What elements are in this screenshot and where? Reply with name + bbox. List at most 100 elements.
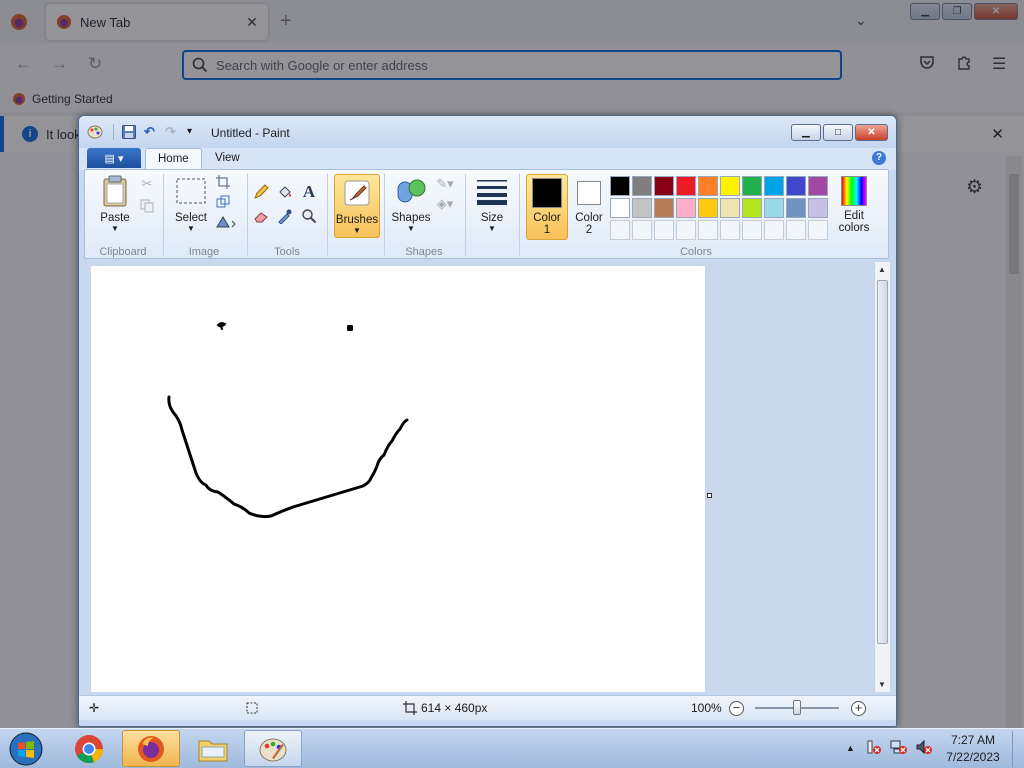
brushes-button[interactable]: Brushes ▼ <box>333 176 381 235</box>
scroll-thumb[interactable] <box>877 280 888 644</box>
drawing-canvas[interactable] <box>91 266 705 692</box>
chrome-taskbar-button[interactable] <box>60 730 118 767</box>
palette-color-swatch[interactable] <box>808 198 828 218</box>
custom-color-slot[interactable] <box>742 220 762 240</box>
redo-icon[interactable]: ↷ <box>165 124 176 140</box>
shapes-icon <box>394 174 428 208</box>
paste-button[interactable]: Paste ▼ <box>95 174 135 233</box>
paint-minimize-button[interactable]: ▁ <box>791 124 821 141</box>
palette-color-swatch[interactable] <box>676 198 696 218</box>
palette-color-swatch[interactable] <box>610 176 630 196</box>
eraser-icon[interactable] <box>251 206 271 226</box>
color2-button[interactable]: Color 2 <box>568 178 610 236</box>
save-icon[interactable] <box>121 124 137 143</box>
paste-dropdown-icon: ▼ <box>111 224 119 233</box>
explorer-taskbar-button[interactable] <box>184 730 242 767</box>
select-button[interactable]: Select ▼ <box>169 174 213 233</box>
palette-color-swatch[interactable] <box>808 176 828 196</box>
cursor-position-icon: ✛ <box>89 701 100 715</box>
volume-muted-icon[interactable] <box>915 739 933 758</box>
palette-color-swatch[interactable] <box>786 198 806 218</box>
palette-color-swatch[interactable] <box>742 176 762 196</box>
start-button[interactable] <box>4 730 48 768</box>
canvas-scrollbar[interactable]: ▲ ▼ <box>874 262 890 692</box>
palette-color-swatch[interactable] <box>654 176 674 196</box>
canvas-size-icon <box>403 701 417 718</box>
custom-color-slot[interactable] <box>720 220 740 240</box>
palette-color-swatch[interactable] <box>764 176 784 196</box>
palette-color-swatch[interactable] <box>698 176 718 196</box>
action-center-icon[interactable] <box>866 739 882 758</box>
zoom-level-text: 100% <box>691 701 722 715</box>
palette-color-swatch[interactable] <box>764 198 784 218</box>
palette-color-swatch[interactable] <box>720 176 740 196</box>
paint-close-button[interactable]: ✕ <box>855 124 888 141</box>
divider <box>384 174 385 256</box>
custom-color-slot[interactable] <box>610 220 630 240</box>
shapes-button[interactable]: Shapes ▼ <box>389 174 433 233</box>
firefox-taskbar-button[interactable] <box>122 730 180 767</box>
line-size-icon <box>475 174 509 208</box>
custom-color-slot[interactable] <box>698 220 718 240</box>
rotate-icon[interactable] <box>213 212 239 232</box>
color-picker-icon[interactable] <box>275 206 295 226</box>
smiley-drawing <box>167 322 409 519</box>
divider <box>247 174 248 256</box>
cut-icon[interactable]: ✂ <box>137 174 157 194</box>
tab-home[interactable]: Home <box>145 148 202 170</box>
resize-icon[interactable] <box>213 192 233 212</box>
custom-color-slot[interactable] <box>654 220 674 240</box>
canvas-resize-handle[interactable] <box>707 493 712 498</box>
paint-taskbar-button[interactable] <box>244 730 302 767</box>
custom-color-slot[interactable] <box>632 220 652 240</box>
divider <box>465 174 466 256</box>
palette-color-swatch[interactable] <box>742 198 762 218</box>
canvas-area <box>84 260 874 692</box>
edit-colors-button[interactable]: Edit colors <box>831 176 877 234</box>
paint-maximize-button[interactable]: □ <box>823 124 853 141</box>
paint-palette-icon <box>259 738 287 761</box>
clock-time: 7:27 AM <box>950 733 996 747</box>
shape-fill-icon[interactable]: ◈▾ <box>433 194 457 214</box>
zoom-out-button[interactable]: − <box>729 701 744 716</box>
custom-color-slot[interactable] <box>676 220 696 240</box>
fill-icon[interactable] <box>275 182 295 202</box>
size-button[interactable]: Size ▼ <box>471 174 513 233</box>
undo-icon[interactable]: ↶ <box>144 124 155 140</box>
palette-color-swatch[interactable] <box>610 198 630 218</box>
palette-color-swatch[interactable] <box>654 198 674 218</box>
zoom-in-button[interactable]: + <box>851 701 866 716</box>
palette-color-swatch[interactable] <box>632 176 652 196</box>
outline-icon[interactable]: ✎▾ <box>433 174 457 194</box>
crop-icon[interactable] <box>213 172 233 192</box>
paste-label: Paste <box>100 212 130 224</box>
palette-color-swatch[interactable] <box>786 176 806 196</box>
shapes-dropdown-icon: ▼ <box>407 224 415 233</box>
custom-color-slot[interactable] <box>764 220 784 240</box>
text-icon[interactable]: A <box>299 182 319 202</box>
shapes-label: Shapes <box>391 212 431 224</box>
network-icon[interactable] <box>890 739 908 758</box>
custom-color-slot[interactable] <box>808 220 828 240</box>
palette-color-swatch[interactable] <box>632 198 652 218</box>
show-hidden-icons-icon[interactable]: ▲ <box>846 743 855 753</box>
tab-view[interactable]: View <box>203 148 252 170</box>
system-clock[interactable]: 7:27 AM 7/22/2023 <box>944 732 1002 766</box>
magnifier-icon[interactable] <box>299 206 319 226</box>
brushes-dropdown-icon: ▼ <box>353 226 361 235</box>
copy-icon[interactable] <box>137 196 157 216</box>
paint-menu-button[interactable]: ▤ ▾ <box>87 148 141 168</box>
scroll-down-icon[interactable]: ▼ <box>878 680 886 689</box>
zoom-slider-thumb[interactable] <box>793 700 801 715</box>
palette-color-swatch[interactable] <box>720 198 740 218</box>
size-label: Size <box>480 212 504 224</box>
pencil-icon[interactable] <box>251 182 271 202</box>
scroll-up-icon[interactable]: ▲ <box>878 265 886 274</box>
custom-color-slot[interactable] <box>786 220 806 240</box>
palette-color-swatch[interactable] <box>676 176 696 196</box>
color1-button[interactable]: Color 1 <box>526 178 568 236</box>
customize-quick-access-icon[interactable]: ▾ <box>187 126 192 137</box>
help-icon[interactable]: ? <box>872 151 886 165</box>
show-desktop-button[interactable] <box>1012 731 1022 767</box>
palette-color-swatch[interactable] <box>698 198 718 218</box>
